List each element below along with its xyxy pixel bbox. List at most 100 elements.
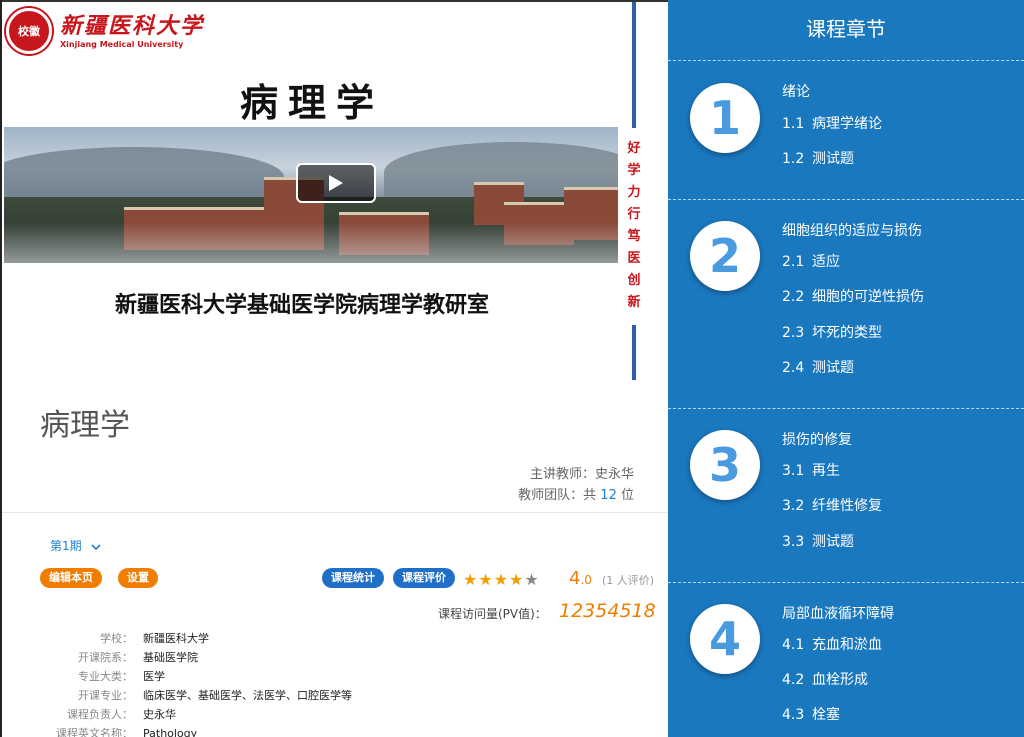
- lesson-title: 充血和淤血: [812, 637, 882, 653]
- team-count[interactable]: 12: [600, 488, 617, 503]
- pv-value: 12354518: [559, 600, 656, 622]
- star-filled-icon: ★: [463, 570, 479, 589]
- lesson-number: 4.1: [782, 637, 805, 653]
- lesson-item[interactable]: 4.1 充血和淤血: [782, 634, 882, 654]
- star-filled-icon: ★: [509, 570, 525, 589]
- term-selector[interactable]: 第1期: [50, 537, 102, 554]
- star-filled-icon: ★: [478, 570, 494, 589]
- lesson-item[interactable]: 2.2 细胞的可逆性损伤: [782, 286, 924, 306]
- chapter-title[interactable]: 局部血液循环障碍: [782, 603, 894, 623]
- course-name: 病理学: [40, 408, 130, 443]
- lesson-title: 细胞的可逆性损伤: [812, 289, 924, 305]
- lesson-item[interactable]: 2.3 坏死的类型: [782, 322, 882, 342]
- logo-name-cn: 新疆医科大学: [60, 12, 205, 39]
- lesson-item[interactable]: 4.3 栓塞: [782, 704, 840, 724]
- chapter-number-badge: 1: [690, 83, 760, 153]
- school-motto: 好 学 力 行 笃 医 创 新: [624, 138, 644, 314]
- chapter-divider: [668, 60, 1024, 61]
- motto-char: 行: [627, 207, 641, 222]
- info-row: 学校： 新疆医科大学: [50, 629, 352, 648]
- lesson-number: 2.3: [782, 325, 805, 341]
- teacher-team: 教师团队：共 12 位: [518, 485, 634, 506]
- score-int: 4: [569, 568, 581, 589]
- edit-page-button[interactable]: 编辑本页: [40, 568, 102, 588]
- lesson-item[interactable]: 2.4 测试题: [782, 357, 854, 377]
- info-value: 医学: [143, 670, 165, 683]
- teacher-name[interactable]: 史永华: [595, 467, 634, 482]
- lesson-number: 3.2: [782, 498, 805, 514]
- lesson-number: 2.4: [782, 360, 805, 376]
- course-intro-panel: 校徽 新疆医科大学 Xinjiang Medical University 病理…: [0, 0, 668, 737]
- settings-button[interactable]: 设置: [118, 568, 158, 588]
- main-teacher: 主讲教师：史永华: [518, 464, 634, 485]
- team-suffix: 位: [620, 488, 634, 503]
- info-row: 课程英文名称： Pathology: [50, 724, 352, 737]
- course-review-button[interactable]: 课程评价: [393, 568, 455, 588]
- university-seal-icon: 校徽: [6, 8, 52, 54]
- rating-stars: ★★★★★: [463, 570, 540, 589]
- motto-char: 笃: [627, 229, 641, 244]
- video-play-button[interactable]: [296, 163, 376, 203]
- lesson-number: 1.2: [782, 151, 805, 167]
- chevron-down-icon: [91, 543, 102, 550]
- motto-char: 新: [627, 295, 641, 310]
- info-key: 专业大类：: [78, 670, 133, 683]
- lesson-title: 测试题: [812, 151, 854, 167]
- motto-char: 力: [627, 185, 641, 200]
- chapter-divider: [668, 199, 1024, 200]
- chapter-divider: [668, 408, 1024, 409]
- lesson-title: 血栓形成: [812, 672, 868, 688]
- info-row: 专业大类： 医学: [50, 667, 352, 686]
- logo-name-en: Xinjiang Medical University: [60, 39, 184, 49]
- lesson-title: 测试题: [812, 360, 854, 376]
- lesson-item[interactable]: 4.2 血栓形成: [782, 669, 868, 689]
- score-decimal: .0: [580, 573, 592, 587]
- info-key: 学校：: [100, 632, 133, 645]
- chapter-title[interactable]: 绪论: [782, 81, 810, 101]
- star-empty-icon: ★: [524, 570, 540, 589]
- info-value: 临床医学、基础医学、法医学、口腔医学等: [143, 689, 352, 702]
- motto-char: 学: [627, 163, 641, 178]
- lesson-number: 3.1: [782, 463, 805, 479]
- lesson-title: 再生: [812, 463, 840, 479]
- chapter-divider: [668, 582, 1024, 583]
- lesson-item[interactable]: 2.1 适应: [782, 251, 840, 271]
- team-prefix: 教师团队：共: [518, 488, 597, 503]
- lesson-number: 2.1: [782, 254, 805, 270]
- chapter-number-badge: 3: [690, 430, 760, 500]
- chapter-title[interactable]: 损伤的修复: [782, 429, 852, 449]
- pv-label: 课程访问量(PV值)：: [438, 607, 547, 621]
- lesson-number: 1.1: [782, 116, 805, 132]
- lesson-number: 3.3: [782, 534, 805, 550]
- info-row: 课程负责人： 史永华: [50, 705, 352, 724]
- lesson-number: 4.2: [782, 672, 805, 688]
- lesson-title: 适应: [812, 254, 840, 270]
- info-row: 开课院系： 基础医学院: [50, 648, 352, 667]
- lesson-title: 坏死的类型: [812, 325, 882, 341]
- decor-bar: [632, 325, 636, 380]
- lesson-title: 测试题: [812, 534, 854, 550]
- rating-score: 4.0: [569, 568, 592, 589]
- rating-count: (1 人评价): [602, 574, 655, 587]
- lesson-item[interactable]: 3.3 测试题: [782, 531, 854, 551]
- teacher-label: 主讲教师：: [529, 467, 595, 482]
- top-border: [2, 0, 668, 2]
- lesson-item[interactable]: 3.1 再生: [782, 460, 840, 480]
- motto-char: 好: [627, 141, 641, 156]
- info-key: 课程负责人：: [67, 708, 133, 721]
- lesson-item[interactable]: 3.2 纤维性修复: [782, 495, 882, 515]
- lesson-title: 纤维性修复: [812, 498, 882, 514]
- term-label: 第1期: [50, 539, 82, 553]
- lesson-title: 栓塞: [812, 707, 840, 723]
- lesson-item[interactable]: 1.1 病理学绪论: [782, 113, 882, 133]
- section-divider: [2, 512, 668, 513]
- lesson-number: 4.3: [782, 707, 805, 723]
- play-icon: [329, 175, 343, 191]
- seal-text: 校徽: [18, 25, 40, 38]
- chapter-number-badge: 4: [690, 604, 760, 674]
- chapter-title[interactable]: 细胞组织的适应与损伤: [782, 220, 922, 240]
- lesson-item[interactable]: 1.2 测试题: [782, 148, 854, 168]
- decor-bar: [632, 2, 636, 128]
- chapters-panel-title: 课程章节: [806, 17, 886, 41]
- course-stats-button[interactable]: 课程统计: [322, 568, 384, 588]
